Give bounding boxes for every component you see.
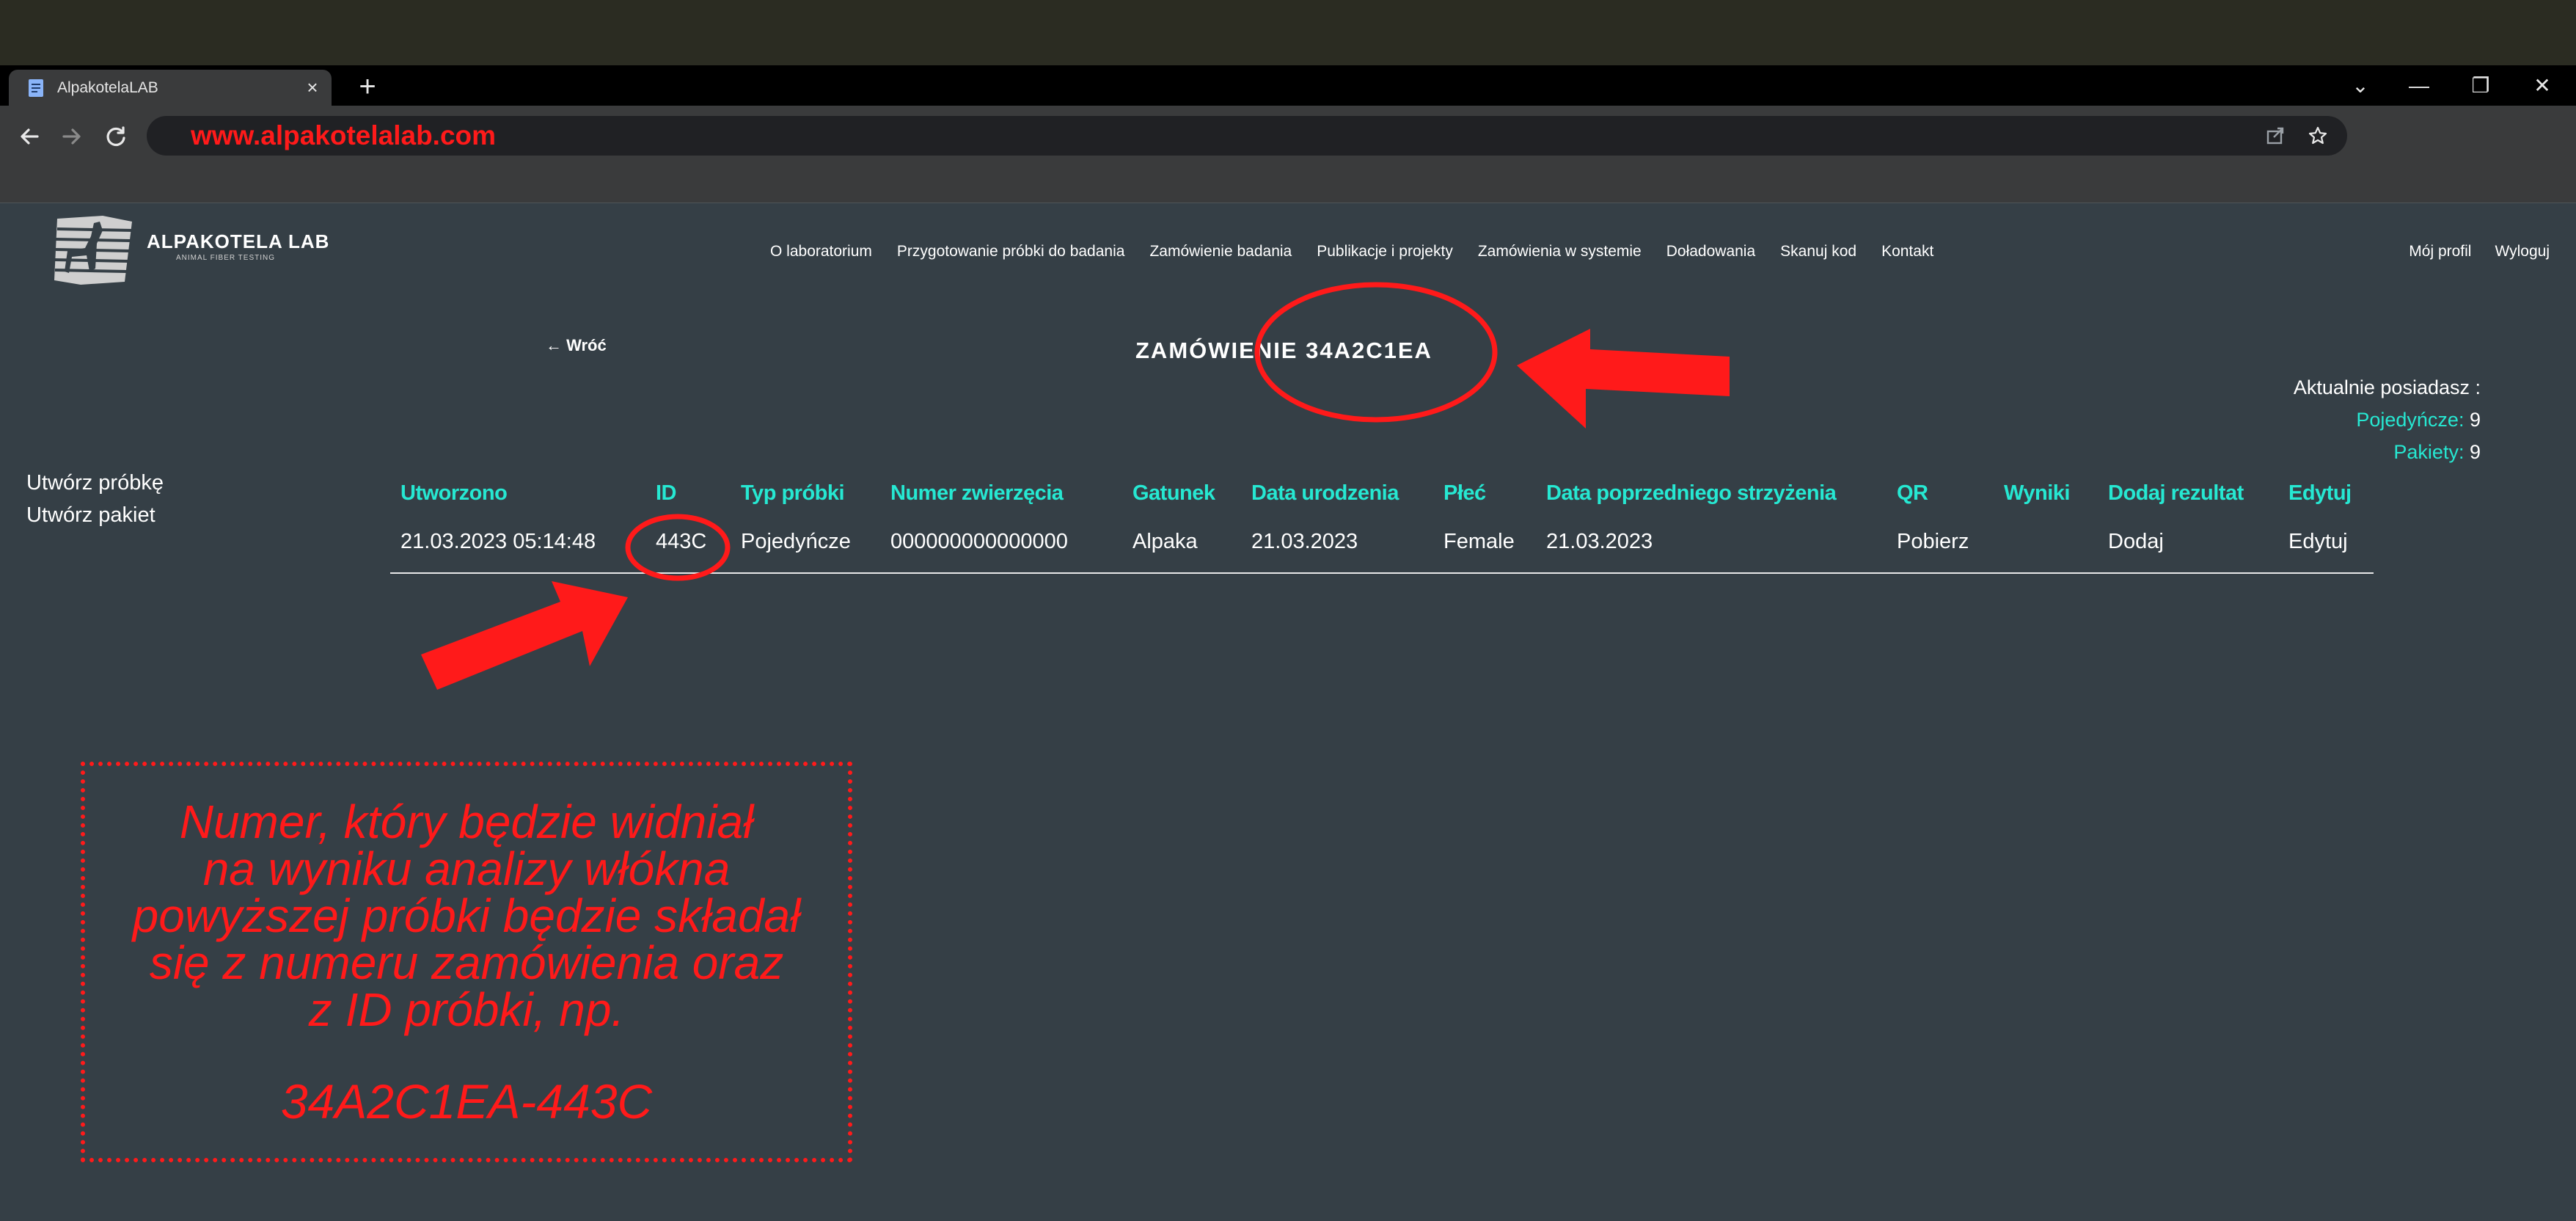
table-row: 21.03.2023 05:14:48 443C Pojedyńcze 0000… <box>390 511 2374 572</box>
site-logo[interactable]: ALPAKOTELA LAB ANIMAL FIBER TESTING <box>51 214 330 288</box>
back-arrow-icon[interactable] <box>13 120 45 153</box>
balance-single: Pojedyńcze: 9 <box>2294 404 2481 436</box>
url-text[interactable]: www.alpakotelalab.com <box>191 116 496 156</box>
header-wyniki: Wyniki <box>2004 481 2070 505</box>
header-numer-zwierzecia: Numer zwierzęcia <box>890 481 1064 505</box>
browser-tab[interactable]: AlpakotelaLAB × <box>9 70 332 106</box>
minimize-icon[interactable]: — <box>2390 65 2448 106</box>
annotation-example: 34A2C1EA-443C <box>280 1074 653 1129</box>
page-title: ZAMÓWIENIE 34A2C1EA <box>1135 338 1432 363</box>
header-edytuj: Edytuj <box>2288 481 2352 505</box>
cell-created: 21.03.2023 05:14:48 <box>400 530 596 553</box>
cell-sex: Female <box>1443 530 1515 553</box>
edit-link[interactable]: Edytuj <box>2288 511 2348 572</box>
header-gatunek: Gatunek <box>1133 481 1215 505</box>
cell-sample-type: Pojedyńcze <box>741 530 851 553</box>
nav-zamowienia-w-systemie[interactable]: Zamówienia w systemie <box>1478 243 1642 260</box>
header-qr: QR <box>1897 481 1928 505</box>
logo-name: ALPAKOTELA LAB <box>147 230 330 252</box>
balance-packages: Pakiety: 9 <box>2294 436 2481 468</box>
cell-animal-number: 000000000000000 <box>890 530 1068 553</box>
my-profile-link[interactable]: Mój profil <box>2409 243 2471 260</box>
balance-title: Aktualnie posiadasz : <box>2293 376 2481 398</box>
balance-packages-value: 9 <box>2469 441 2481 463</box>
new-tab-button[interactable]: + <box>349 70 386 106</box>
share-icon[interactable] <box>2265 125 2286 146</box>
annotation-text: Numer, który będzie widniał na wyniku an… <box>132 795 801 1036</box>
tab-search-icon[interactable]: ⌄ <box>2331 65 2390 106</box>
cell-birth-date: 21.03.2023 <box>1251 530 1358 553</box>
nav-skanuj-kod[interactable]: Skanuj kod <box>1780 243 1856 260</box>
back-link[interactable]: ← Wróć <box>546 336 607 355</box>
header-dodaj-rezultat: Dodaj rezultat <box>2108 481 2244 505</box>
balance-single-value: 9 <box>2469 409 2481 431</box>
cell-species: Alpaka <box>1133 530 1198 553</box>
balance-packages-label: Pakiety: <box>2393 441 2465 463</box>
tab-bar: AlpakotelaLAB × + <box>0 65 2576 106</box>
balance-panel: Aktualnie posiadasz : Pojedyńcze: 9 Paki… <box>2294 371 2481 468</box>
nav-przygotowanie-probki[interactable]: Przygotowanie próbki do badania <box>897 243 1125 260</box>
document-icon <box>26 77 45 99</box>
nav-doladowania[interactable]: Doładowania <box>1666 243 1755 260</box>
cell-shearing-date: 21.03.2023 <box>1546 530 1653 553</box>
header-utworzono: Utworzono <box>400 481 508 505</box>
create-package-link[interactable]: Utwórz pakiet <box>26 499 164 531</box>
nav-publikacje-i-projekty[interactable]: Publikacje i projekty <box>1317 243 1453 260</box>
samples-table: Utworzono ID Typ próbki Numer zwierzęcia… <box>390 475 2374 574</box>
id-arrow-icon <box>421 581 628 690</box>
close-window-icon[interactable]: ✕ <box>2513 65 2572 106</box>
reload-icon[interactable] <box>100 120 132 153</box>
sidebar: Utwórz próbkę Utwórz pakiet <box>26 467 164 531</box>
balance-single-label: Pojedyńcze: <box>2356 409 2465 431</box>
nav-zamowienie-badania[interactable]: Zamówienie badania <box>1149 243 1292 260</box>
create-sample-link[interactable]: Utwórz próbkę <box>26 467 164 499</box>
user-navigation: Mój profil Wyloguj <box>2409 239 2550 264</box>
alpaca-logo-icon <box>54 216 133 285</box>
header-data-urodzenia: Data urodzenia <box>1251 481 1399 505</box>
forward-arrow-icon[interactable] <box>56 120 88 153</box>
restore-icon[interactable]: ❐ <box>2451 65 2510 106</box>
logout-link[interactable]: Wyloguj <box>2495 243 2550 260</box>
star-icon[interactable] <box>2308 125 2328 146</box>
tab-title: AlpakotelaLAB <box>57 79 158 96</box>
title-arrow-icon <box>1517 329 1730 429</box>
main-navigation: O laboratorium Przygotowanie próbki do b… <box>770 239 1933 264</box>
header-plec: Płeć <box>1443 481 1486 505</box>
add-result-link[interactable]: Dodaj <box>2108 511 2164 572</box>
header-typ-probki: Typ próbki <box>741 481 845 505</box>
desktop-strip <box>0 0 2576 65</box>
close-tab-icon[interactable]: × <box>298 76 327 99</box>
annotation-note: Numer, który będzie widniał na wyniku an… <box>81 762 852 1162</box>
download-qr-link[interactable]: Pobierz <box>1897 511 1969 572</box>
browser-toolbar: www.alpakotelalab.com <box>0 106 2576 203</box>
address-bar[interactable]: www.alpakotelalab.com <box>147 116 2347 156</box>
header-data-strzyzenia: Data poprzedniego strzyżenia <box>1546 481 1837 505</box>
logo-subtitle: ANIMAL FIBER TESTING <box>176 254 276 262</box>
header-id: ID <box>656 481 677 505</box>
nav-kontakt[interactable]: Kontakt <box>1881 243 1933 260</box>
nav-o-laboratorium[interactable]: O laboratorium <box>770 243 872 260</box>
table-header: Utworzono ID Typ próbki Numer zwierzęcia… <box>390 475 2374 511</box>
cell-id: 443C <box>656 530 707 553</box>
